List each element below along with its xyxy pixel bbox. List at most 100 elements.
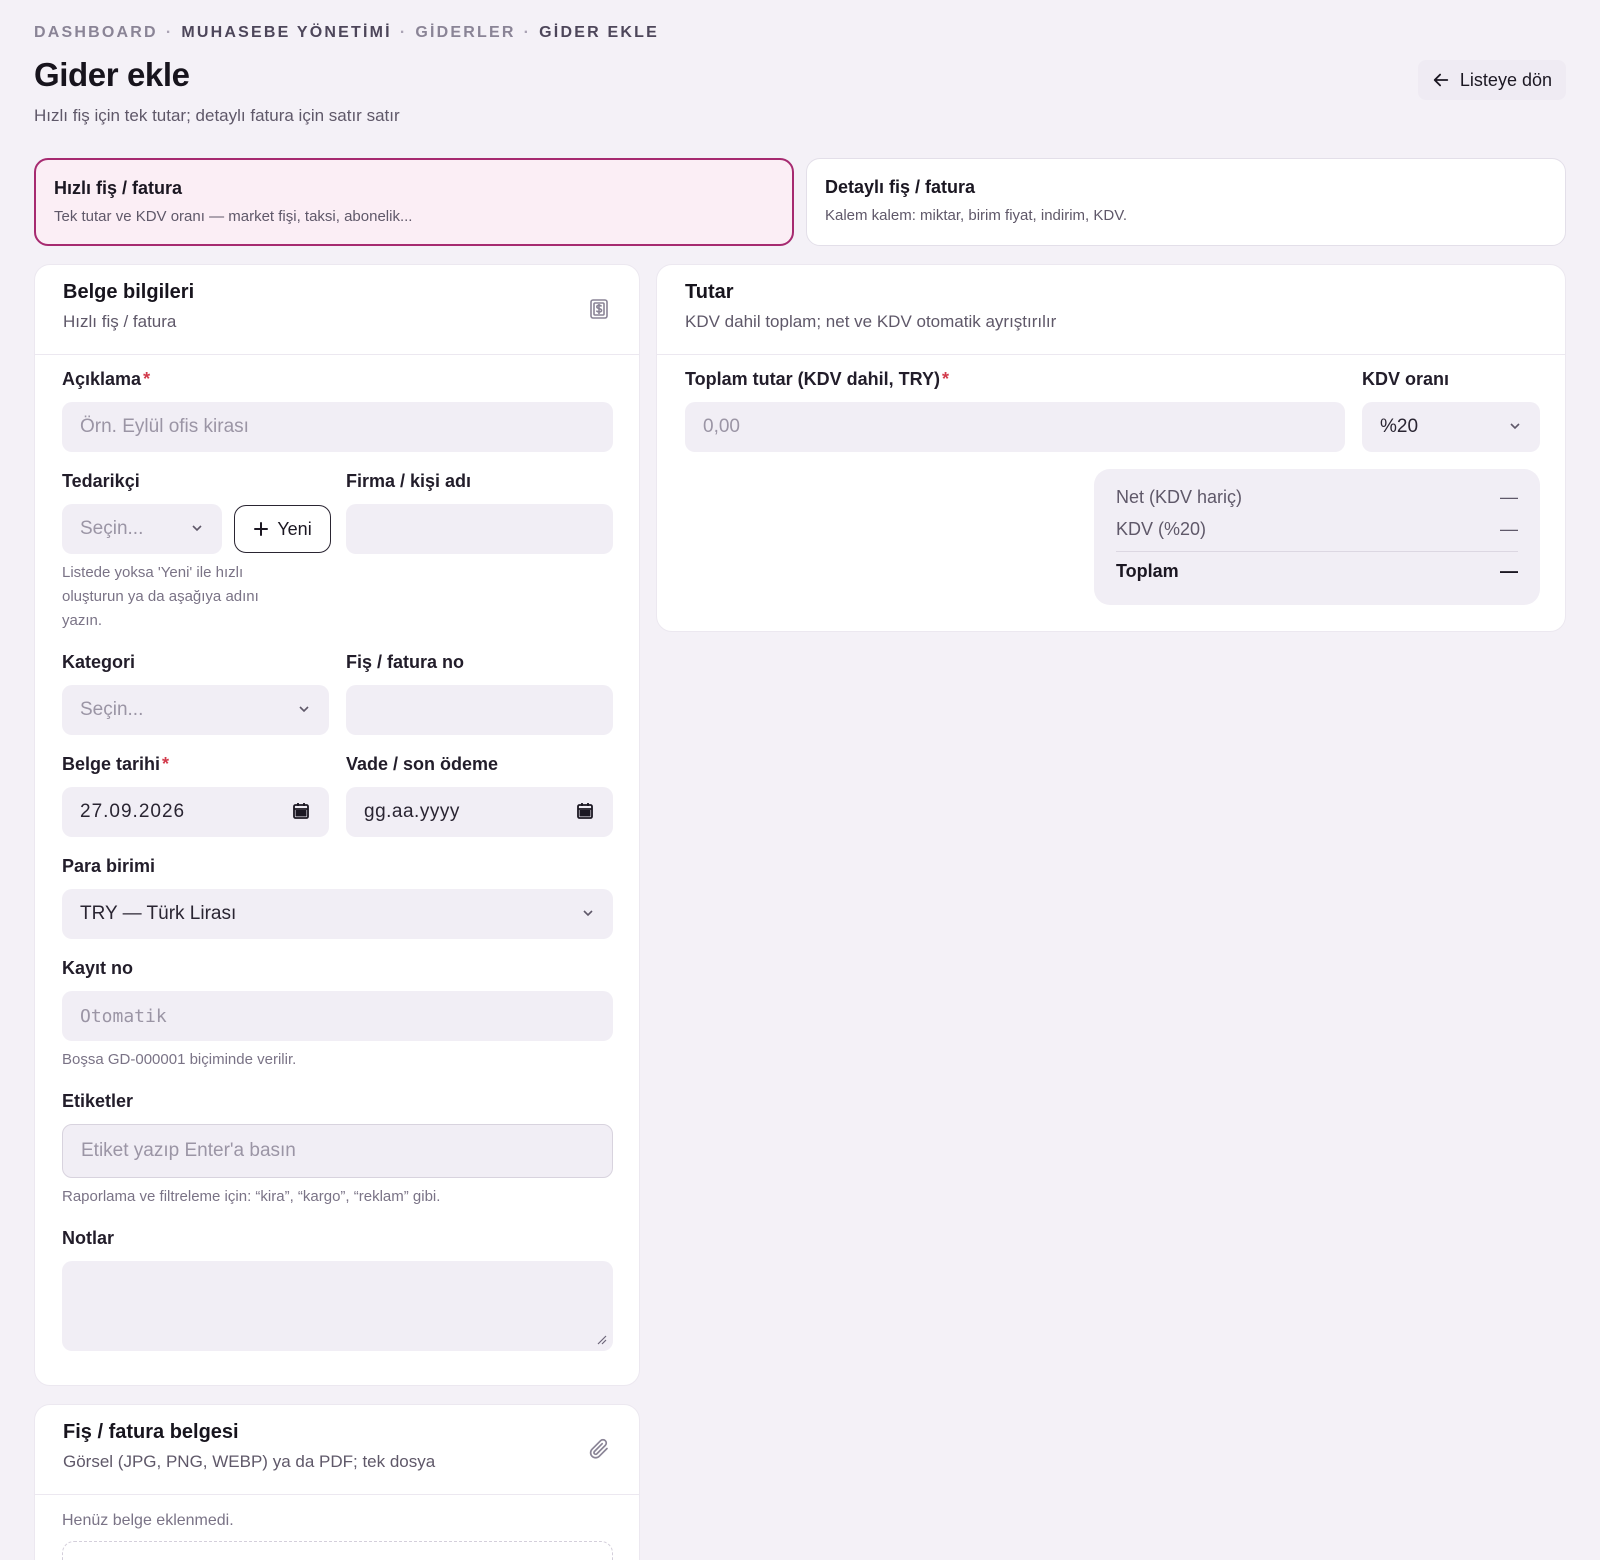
total-amount-label-text: Toplam tutar (KDV dahil, TRY) (685, 369, 940, 389)
breadcrumb-dashboard[interactable]: DASHBOARD (34, 24, 158, 42)
total-row: Toplam — (1116, 561, 1518, 582)
currency-value: TRY — Türk Lirası (80, 903, 237, 924)
category-placeholder: Seçin... (80, 699, 144, 720)
mode-quick-receipt[interactable]: Hızlı fiş / fatura Tek tutar ve KDV oran… (34, 158, 794, 246)
description-input[interactable]: Örn. Eylül ofis kirası (62, 402, 613, 452)
supplier-select[interactable]: Seçin... (62, 504, 222, 554)
category-select[interactable]: Seçin... (62, 685, 329, 735)
description-label: Açıklama * (62, 369, 150, 390)
card-title: Belge bilgileri (63, 281, 195, 303)
mode-description: Kalem kalem: miktar, birim fiyat, indiri… (825, 207, 1128, 224)
card-header: Belge bilgileri Hızlı fiş / fatura (35, 265, 639, 355)
total-amount-label: Toplam tutar (KDV dahil, TRY) * (685, 369, 949, 390)
chevron-down-icon (192, 525, 202, 532)
required-marker: * (942, 369, 950, 389)
new-supplier-label: Yeni (277, 518, 312, 539)
calendar-icon[interactable] (291, 801, 311, 821)
mode-description: Tek tutar ve KDV oranı — market fişi, ta… (54, 208, 413, 225)
chevron-down-icon (299, 706, 309, 713)
card-subtitle: Hızlı fiş / fatura (63, 312, 177, 331)
amount-card: Tutar KDV dahil toplam; net ve KDV otoma… (656, 264, 1566, 632)
breadcrumb-current: GİDER EKLE (539, 24, 659, 41)
notes-label: Notlar (62, 1228, 115, 1248)
due-date-input[interactable]: gg.aa.yyyy (346, 787, 613, 837)
doc-date-input[interactable]: 27.09.2026 (62, 787, 329, 837)
plus-icon (254, 522, 269, 536)
required-marker: * (162, 754, 170, 774)
attachment-empty-text: Henüz belge eklenmedi. (62, 1512, 234, 1529)
tags-label: Etiketler (62, 1091, 134, 1111)
vat-value: — (1500, 519, 1518, 539)
total-label: Toplam (1116, 561, 1179, 581)
attachment-dropzone[interactable] (62, 1541, 613, 1560)
mode-detailed-receipt[interactable]: Detaylı fiş / fatura Kalem kalem: miktar… (806, 158, 1566, 246)
receipt-no-input[interactable] (346, 685, 613, 735)
vat-rate-select[interactable]: %20 (1362, 402, 1540, 452)
back-button-label: Listeye dön (1459, 69, 1552, 90)
description-placeholder: Örn. Eylül ofis kirası (80, 416, 249, 437)
description-label-text: Açıklama (62, 369, 142, 389)
vat-rate-label: KDV oranı (1362, 369, 1450, 389)
vat-label: KDV (%20) (1116, 519, 1207, 539)
supplier-placeholder: Seçin... (80, 518, 144, 539)
supplier-hint: Listede yoksa 'Yeni' ile hızlı oluşturun… (62, 564, 259, 629)
page-title: Gider ekle (34, 56, 190, 93)
due-date-placeholder: gg.aa.yyyy (364, 801, 460, 822)
card-header: Tutar KDV dahil toplam; net ve KDV otoma… (657, 265, 1565, 355)
net-label: Net (KDV hariç) (1116, 487, 1243, 507)
breadcrumb-expenses[interactable]: GİDERLER (415, 24, 515, 42)
supplier-label: Tedarikçi (62, 471, 140, 491)
back-to-list-button[interactable]: Listeye dön (1417, 60, 1566, 100)
tags-placeholder: Etiket yazıp Enter'a basın (81, 1140, 296, 1161)
summary-divider (1116, 551, 1518, 552)
doc-date-value: 27.09.2026 (80, 801, 186, 822)
card-title: Tutar (685, 281, 734, 303)
total-value: — (1500, 561, 1518, 581)
resize-grip-icon[interactable] (595, 1333, 607, 1345)
card-title: Fiş / fatura belgesi (63, 1421, 239, 1443)
document-info-card: Belge bilgileri Hızlı fiş / fatura Açıkl… (34, 264, 640, 1386)
due-date-label: Vade / son ödeme (346, 754, 499, 774)
net-value: — (1500, 487, 1518, 507)
currency-label: Para birimi (62, 856, 156, 876)
total-amount-placeholder: 0,00 (703, 416, 740, 437)
page-subtitle: Hızlı fiş için tek tutar; detaylı fatura… (34, 106, 400, 125)
doc-date-label-text: Belge tarihi (62, 754, 161, 774)
breadcrumb: DASHBOARD · MUHASEBE YÖNETİMİ · GİDERLER… (34, 24, 659, 42)
chevron-down-icon (1510, 423, 1520, 430)
total-amount-input[interactable]: 0,00 (685, 402, 1345, 452)
mode-title: Hızlı fiş / fatura (54, 178, 183, 198)
notes-textarea[interactable] (62, 1261, 613, 1351)
new-supplier-button[interactable]: Yeni (234, 505, 331, 553)
paperclip-icon (589, 1438, 608, 1459)
receipt-no-label: Fiş / fatura no (346, 652, 465, 672)
required-marker: * (143, 369, 151, 389)
calendar-icon[interactable] (575, 801, 595, 821)
record-no-hint: Boşsa GD-000001 biçiminde verilir. (62, 1051, 297, 1068)
breadcrumb-separator: · (399, 24, 408, 41)
vat-rate-value: %20 (1380, 416, 1419, 437)
record-no-label: Kayıt no (62, 958, 134, 978)
card-header: Fiş / fatura belgesi Görsel (JPG, PNG, W… (35, 1405, 639, 1495)
amount-summary: Net (KDV hariç) — KDV (%20) — Toplam — (1094, 469, 1540, 605)
chevron-down-icon (583, 910, 593, 917)
breadcrumb-separator: · (523, 24, 532, 41)
attachment-card: Fiş / fatura belgesi Görsel (JPG, PNG, W… (34, 1404, 640, 1560)
card-subtitle: Görsel (JPG, PNG, WEBP) ya da PDF; tek d… (63, 1452, 436, 1471)
receipt-icon (590, 299, 608, 319)
currency-select[interactable]: TRY — Türk Lirası (62, 889, 613, 939)
doc-date-label: Belge tarihi * (62, 754, 169, 775)
category-label: Kategori (62, 652, 136, 672)
tags-hint: Raporlama ve filtreleme için: “kira”, “k… (62, 1188, 441, 1205)
card-subtitle: KDV dahil toplam; net ve KDV otomatik ay… (685, 312, 1057, 331)
tags-input[interactable]: Etiket yazıp Enter'a basın (62, 1124, 613, 1178)
vat-row: KDV (%20) — (1116, 519, 1518, 540)
record-no-placeholder: Otomatik (80, 1005, 167, 1027)
net-row: Net (KDV hariç) — (1116, 487, 1518, 508)
company-name-input[interactable] (346, 504, 613, 554)
company-label: Firma / kişi adı (346, 471, 472, 491)
record-no-input[interactable]: Otomatik (62, 991, 613, 1041)
breadcrumb-separator: · (165, 24, 174, 41)
mode-title: Detaylı fiş / fatura (825, 177, 976, 197)
breadcrumb-accounting[interactable]: MUHASEBE YÖNETİMİ (181, 24, 391, 42)
